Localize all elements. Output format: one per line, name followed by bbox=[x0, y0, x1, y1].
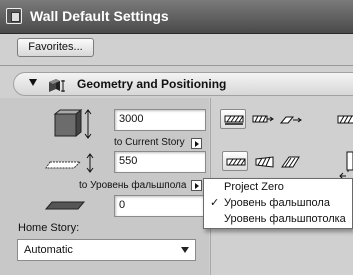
wall-geometry-trapezoid-button[interactable] bbox=[252, 151, 276, 171]
wall-geometry-polygonal-button[interactable] bbox=[278, 151, 302, 171]
wall-height-icon bbox=[53, 108, 92, 139]
top-offset-icon bbox=[45, 153, 94, 173]
wall-reference-line-outside-button[interactable] bbox=[220, 109, 246, 129]
bottom-link-popup-button[interactable] bbox=[191, 180, 202, 191]
window-title: Wall Default Settings bbox=[30, 8, 169, 24]
wall-reference-line-inside-button[interactable] bbox=[277, 109, 303, 129]
top-link-label: to Current Story bbox=[114, 137, 185, 148]
hatched-block-icon bbox=[337, 115, 353, 124]
menu-item-suspended-ceiling-level[interactable]: Уровень фальшпотолка bbox=[204, 212, 352, 228]
chevron-down-icon bbox=[181, 247, 189, 253]
straight-wall-icon bbox=[226, 158, 246, 166]
home-story-value: Automatic bbox=[24, 244, 73, 256]
menu-item-project-zero[interactable]: Project Zero bbox=[204, 180, 352, 196]
hatched-wall-icon bbox=[224, 115, 244, 125]
menu-item-raised-floor-level[interactable]: ✓ Уровень фальшпола bbox=[204, 196, 352, 212]
geometry-icon bbox=[49, 79, 65, 92]
home-story-select[interactable]: Automatic bbox=[17, 239, 196, 261]
wall-structure-button[interactable] bbox=[333, 109, 353, 129]
home-story-label: Home Story: bbox=[18, 222, 80, 234]
wall-geometry-straight-button[interactable] bbox=[222, 151, 248, 171]
trapezoid-wall-icon bbox=[255, 156, 274, 168]
slant-angle-icon bbox=[339, 151, 353, 180]
section-title: Geometry and Positioning bbox=[77, 77, 227, 91]
wall-height-input[interactable]: 3000 bbox=[114, 109, 206, 131]
favorites-button[interactable]: Favorites... bbox=[17, 38, 94, 57]
bottom-link-label: to Уровень фальшпола bbox=[79, 180, 187, 191]
base-offset-input[interactable]: 0 bbox=[114, 195, 206, 217]
wall-arrow-icon bbox=[252, 115, 274, 123]
polygonal-wall-icon bbox=[281, 156, 300, 168]
story-link-popup-menu: Project Zero ✓ Уровень фальшпола Уровень… bbox=[203, 178, 353, 229]
wall-arrow-slanted-icon bbox=[280, 116, 302, 124]
top-offset-input[interactable]: 550 bbox=[114, 151, 206, 173]
dialog-icon bbox=[6, 8, 22, 24]
checkmark-icon: ✓ bbox=[210, 197, 220, 209]
divider bbox=[0, 65, 353, 66]
collapse-triangle-icon[interactable] bbox=[29, 79, 37, 86]
base-offset-icon bbox=[44, 201, 86, 210]
top-link-popup-button[interactable] bbox=[191, 138, 202, 149]
wall-reference-line-center-button[interactable] bbox=[249, 109, 275, 129]
